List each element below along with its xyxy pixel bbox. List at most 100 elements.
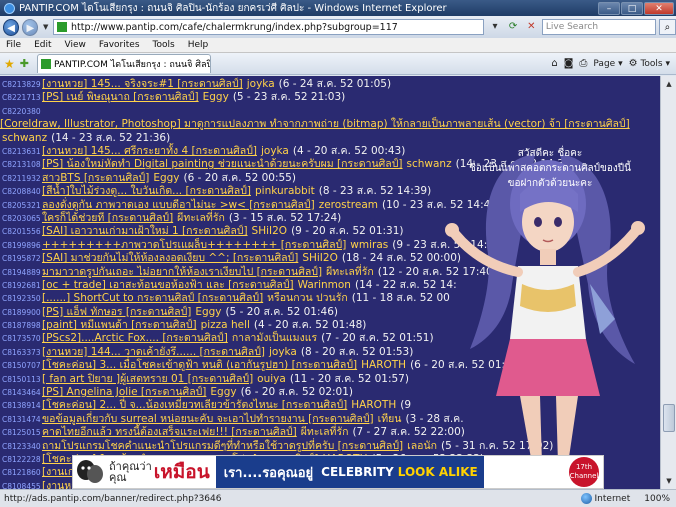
thread-id: C8150113 (2, 374, 41, 384)
thread-author: Warinmon (297, 278, 351, 291)
thread-author: กาลามังเป็นแมงแร (231, 332, 318, 345)
menu-help[interactable]: Help (188, 40, 209, 50)
speech-line: ขอฝากตัวด้วยนะคะ (507, 178, 593, 189)
thread-title-link[interactable]: ถามโปรแกรมโชคคำแนะนำโปรแกรมดีๆที่ทำหรือใ… (42, 440, 403, 453)
thread-date: (11 - 20 ส.ค. 52 01:57) (289, 372, 409, 385)
thread-id: C8194889 (2, 267, 41, 277)
thread-title-link[interactable]: [งานหวย] 144... วาดเค้ายังรึ...... [กระด… (42, 346, 265, 359)
vertical-scrollbar[interactable]: ▲ ▼ (660, 76, 676, 489)
menu-view[interactable]: View (65, 40, 86, 50)
navigation-bar: ◀ ▶ ▼ http://www.pantip.com/cafe/chalerm… (0, 16, 676, 38)
thread-author: SHiI2O (251, 225, 288, 238)
thread-id: C8205321 (2, 200, 41, 210)
stop-icon[interactable]: ✕ (524, 19, 539, 35)
thread-title-link[interactable]: มามาวาดรูปกันเถอะ ไม่อยากให้ห้องเราเงียบ… (42, 266, 322, 279)
thread-title-link[interactable]: สาวBTS [กระดานศิลป์] (42, 172, 149, 185)
thread-id: C8163373 (2, 347, 41, 357)
thread-date: (7 - 20 ส.ค. 52 01:51) (321, 332, 434, 345)
thread-title-link[interactable]: [PS] Angelina Jolie [กระดานศิลป์] (42, 386, 206, 399)
back-button[interactable]: ◀ (3, 18, 20, 36)
page-menu-button[interactable]: Page ▾ (593, 59, 622, 69)
thread-date: (5 - 20 ส.ค. 52 01:46) (225, 305, 338, 318)
thread-title-link[interactable]: [paint] หมีแพนด้า [กระดานศิลป์] (42, 319, 197, 332)
thread-author: ผีทะเลที่รัก (300, 426, 349, 439)
thread-id: C8213631 (2, 147, 41, 156)
tools-menu-button[interactable]: ⚙ Tools ▾ (629, 58, 670, 69)
tab-pantip[interactable]: PANTIP.COM ไดโนเสียกรุง : ถนนจิ ศิลปิน-น… (36, 54, 211, 73)
thread-title-link[interactable]: [SAI] เอาวานเก่ามาเฝ้าใหม่ 1 [กระดานศิลป… (42, 225, 248, 238)
thread-title-link[interactable]: [ fan art ปิยาย ]ผู้เสดทราย 01 [กระดานศิ… (42, 373, 253, 386)
window-title: PANTIP.COM ไดโนเสียกรุง : ถนนจิ ศิลปิน-น… (19, 2, 447, 14)
thread-title-link[interactable]: [โชคะค่อน] 2... ปี่ จ...น้องเหมี่ยวทเลีย… (42, 399, 347, 412)
thread-title-link[interactable]: [SAI] มาช่วยกันไม่ให้ห้องลงอดเงียบ ^^; [… (42, 252, 298, 265)
scroll-down-icon[interactable]: ▼ (663, 475, 675, 487)
thread-title-link[interactable]: [งานหวย] 145... ศรีกระยาทั้ง 4 [กระดานศิ… (42, 145, 257, 158)
maximize-button[interactable]: □ (621, 1, 643, 15)
thread-author: Eggy (153, 171, 180, 184)
add-favorites-icon[interactable]: ✚ (20, 57, 29, 70)
thread-id: C8150707 (2, 361, 41, 371)
thread-row: C8213829 [งานหวย] 145... จริงจระ#1 [กระดา… (0, 78, 660, 91)
thread-author: zerostream (318, 198, 378, 211)
thread-id: C8108455 (2, 481, 41, 489)
address-url[interactable]: http://www.pantip.com/cafe/chalermkrung/… (71, 22, 483, 33)
refresh-icon[interactable]: ⟳ (506, 19, 521, 35)
thread-author: ouiya (257, 372, 286, 385)
thread-title-link[interactable]: [PS] แอ็ฟ ทักษอร [กระดานศิลป์] (42, 306, 191, 319)
thread-title-link[interactable]: ขอข้อมูลเกี่ยวกับ surreal หน่อยนะคับ จะเ… (42, 413, 374, 426)
zoom-level[interactable]: 100% (644, 494, 670, 504)
thread-title-link[interactable]: [oc + trade] เอาสะท้อนขอห้องฟ้า และ [กระ… (42, 279, 294, 292)
thread-title-link[interactable]: [Coreldraw, Illustrator, Photoshop] มาดู… (0, 118, 630, 131)
thread-title-link[interactable]: ลองดั่งดูกัน ภาพวาดเอง แบบดีอาไม่นะ >w< … (42, 199, 315, 212)
tab-label: PANTIP.COM ไดโนเสียกรุง : ถนนจิ ศิลปิน-น… (53, 60, 210, 70)
forward-button[interactable]: ▶ (22, 18, 39, 36)
thread-id: C8199896 (2, 240, 41, 250)
search-icon[interactable]: ⌕ (658, 19, 676, 35)
thread-title-link[interactable]: [สีน้ำ]ใบไม้ร่วงตู... ใบวันเกิด... [กระด… (42, 185, 251, 198)
speech-line: สวัสดีคะ ชื่อคะ (517, 148, 583, 159)
thread-title-link[interactable]: [โชคะค่อน] 3... เมื่อโชคะเข้าดูฟ้า หนดิ … (42, 359, 357, 372)
thread-author: HAROTH (361, 359, 407, 372)
banner-tagline: เรา....รอคุณอยู่ (215, 456, 322, 488)
thread-title-link[interactable]: [PScs2]....Arctic Fox.... [กระดานศิลป์] (42, 332, 228, 345)
thread-author: joyka (260, 145, 289, 157)
thread-title-link[interactable]: [PS] น้องใหม่หัดทำ Digital painting ช่วย… (42, 158, 403, 171)
thread-title-link[interactable]: [PS] เนย์ พิษณุนาถ [กระดานศิลป์] (42, 91, 199, 104)
scroll-up-icon[interactable]: ▲ (663, 78, 675, 90)
home-icon[interactable]: ⌂ (551, 58, 557, 69)
thread-date: (8 - 20 ส.ค. 52 01:53) (300, 345, 414, 358)
thread-date: (6 - 20 ส.ค. 52 00:55) (183, 171, 296, 184)
feeds-icon[interactable]: ◙ (564, 58, 574, 69)
minimize-button[interactable]: – (598, 1, 620, 15)
masks-icon (77, 460, 103, 483)
window-controls: – □ ✕ (598, 1, 674, 15)
thread-title-link[interactable]: ใครก็ได้ช่วยที [กระดานศิลป์] (42, 212, 173, 225)
thread-date: (9 - 20 ส.ค. 52 01:31) (291, 225, 404, 238)
menu-file[interactable]: File (6, 40, 21, 50)
security-zone: Internet (580, 493, 630, 504)
thread-title-link[interactable]: +++++++++ภาพวาดโปรเแผล็บ++++++++ [กระดาน… (42, 239, 346, 252)
thread-title-link[interactable]: [งานหวย] 145... จริงจระ#1 [กระดานศิลป์] (42, 78, 243, 91)
print-icon[interactable]: ⎙ (579, 58, 587, 69)
thread-id: C8173570 (2, 334, 41, 344)
menu-favorites[interactable]: Favorites (99, 40, 140, 50)
banner-question: ถ้าคุณว่า คุณ (109, 460, 152, 484)
close-button[interactable]: ✕ (644, 1, 674, 15)
history-dropdown-icon[interactable]: ▼ (41, 23, 50, 31)
thread-date: (6 - 20 ส.ค. 52 02:01) (240, 386, 354, 399)
speech-line: ชื่อแบ็นแพาสคอตกระดานศิลป์ของปีนี้ (469, 163, 631, 174)
thread-title-link[interactable]: คาดไทยอีกแล้ว ทรงนี้ต้องเสร็จแระเฟย!!! [… (42, 426, 297, 439)
menu-tools[interactable]: Tools (153, 40, 175, 50)
address-dropdown-icon[interactable]: ▾ (487, 19, 502, 35)
thread-id: C8138914 (2, 401, 41, 411)
menu-edit[interactable]: Edit (34, 40, 51, 50)
thread-author: เลอนัก (407, 439, 437, 452)
search-input[interactable]: Live Search (541, 19, 656, 35)
scroll-thumb[interactable] (663, 404, 675, 432)
advertisement-banner[interactable]: ถ้าคุณว่า คุณ เหมือน เรา....รอคุณอยู่ CEL… (72, 455, 604, 489)
favorites-star-icon[interactable]: ★ (4, 57, 15, 71)
address-bar[interactable]: http://www.pantip.com/cafe/chalermkrung/… (52, 19, 485, 35)
thread-id: C8121860 (2, 468, 41, 478)
thread-date: (5 - 23 ส.ค. 52 21:03) (232, 91, 346, 104)
thread-title-link[interactable]: [......] ShortCut to กระดานศิลป์ [กระดาน… (42, 292, 263, 305)
